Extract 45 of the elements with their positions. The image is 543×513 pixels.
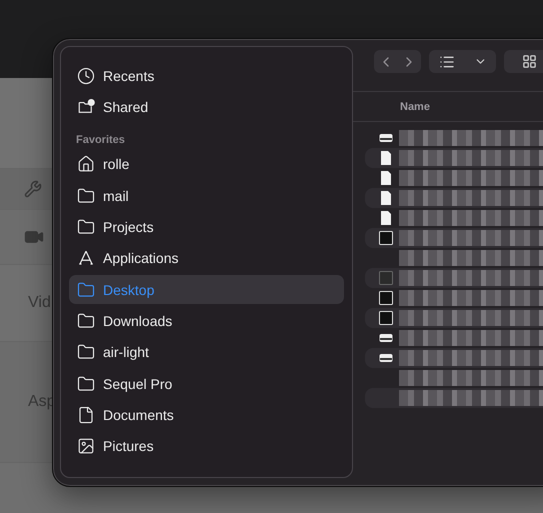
drive-icon xyxy=(379,133,393,143)
section-title: Favorites xyxy=(76,134,126,146)
sidebar-item[interactable]: air-light xyxy=(69,338,344,367)
clock-icon xyxy=(77,66,95,85)
sidebar-item[interactable]: Projects xyxy=(69,212,344,242)
back-forward-button[interactable] xyxy=(374,50,421,73)
applications-icon xyxy=(77,249,95,268)
drive-icon xyxy=(379,333,393,343)
sidebar-item[interactable]: Pictures xyxy=(69,432,344,461)
sidebar-item[interactable]: Sequel Pro xyxy=(69,368,344,398)
wrench-icon xyxy=(24,180,42,198)
picture-icon xyxy=(77,437,95,456)
document-icon xyxy=(379,171,393,185)
shared-folder-icon xyxy=(77,98,95,116)
sidebar-item[interactable]: Documents xyxy=(69,400,344,430)
folder-icon xyxy=(77,186,95,205)
list-icon xyxy=(438,54,454,70)
view-menu-button[interactable] xyxy=(429,50,496,73)
sidebar-item[interactable]: rolle xyxy=(69,150,344,179)
image-icon xyxy=(379,231,393,245)
drive-icon xyxy=(379,353,393,363)
grid-view-button[interactable] xyxy=(504,50,543,73)
file-row[interactable] xyxy=(365,148,543,168)
sidebar-item[interactable]: mail xyxy=(69,180,344,210)
folder-icon xyxy=(77,218,95,236)
column-header[interactable]: Name xyxy=(400,100,430,112)
folder-icon xyxy=(77,312,95,330)
sidebar-item[interactable]: Downloads xyxy=(69,306,344,336)
document-icon xyxy=(77,406,95,424)
image-icon xyxy=(379,271,393,285)
sidebar-item[interactable]: Recents xyxy=(69,61,344,90)
image-icon xyxy=(379,311,393,325)
folder-icon xyxy=(77,343,95,362)
document-icon xyxy=(379,151,393,165)
image-icon xyxy=(379,291,393,305)
folder-icon xyxy=(77,374,95,393)
sidebar-item[interactable]: Applications xyxy=(69,244,344,273)
house-icon xyxy=(77,155,95,174)
folder-icon xyxy=(77,280,95,299)
document-icon xyxy=(379,191,393,205)
grid-icon xyxy=(522,54,536,69)
file-row[interactable] xyxy=(365,188,543,208)
sidebar-item[interactable]: Shared xyxy=(69,92,344,122)
sidebar-item[interactable]: Desktop xyxy=(69,274,344,304)
file-row[interactable] xyxy=(365,348,543,368)
